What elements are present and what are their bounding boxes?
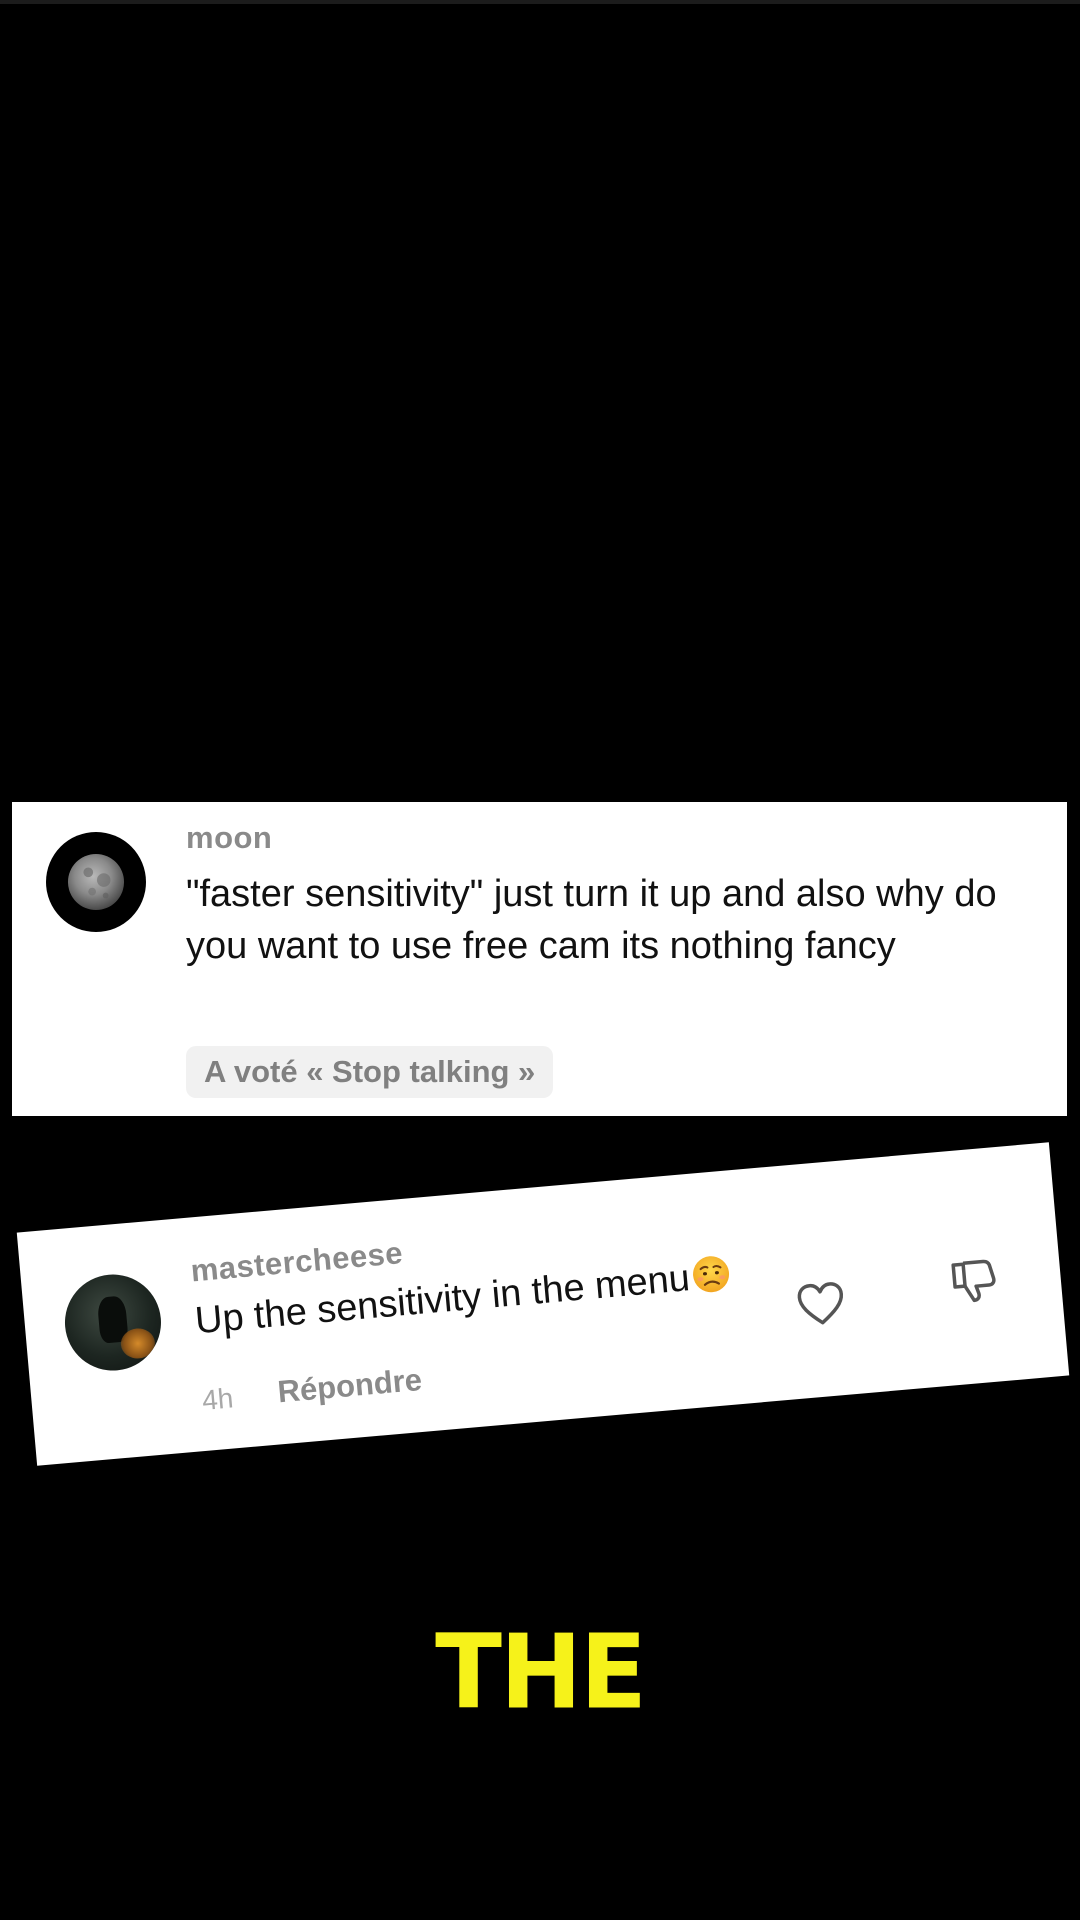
video-frame: moon "faster sensitivity" just turn it u…	[0, 0, 1080, 1920]
avatar-moon[interactable]	[46, 832, 146, 932]
comment-card-moon: moon "faster sensitivity" just turn it u…	[12, 802, 1067, 1116]
thumbs-down-icon[interactable]	[946, 1253, 1000, 1307]
moon-icon	[67, 853, 125, 911]
avatar-glow	[119, 1327, 157, 1360]
reply-button[interactable]: Répondre	[276, 1362, 423, 1410]
worried-face-emoji	[693, 1256, 730, 1293]
poll-vote-badge: A voté « Stop talking »	[186, 1046, 554, 1098]
top-divider	[0, 0, 1080, 4]
heart-icon[interactable]	[794, 1279, 848, 1329]
comment-text: "faster sensitivity" just turn it up and…	[186, 873, 997, 967]
video-caption: THE	[435, 1613, 647, 1733]
comment-username[interactable]: moon	[186, 820, 272, 856]
comment-timestamp: 4h	[200, 1382, 235, 1417]
avatar-mastercheese[interactable]	[60, 1270, 165, 1375]
comment-card-mastercheese: mastercheese Up the sensitivity in the m…	[16, 1142, 1070, 1466]
